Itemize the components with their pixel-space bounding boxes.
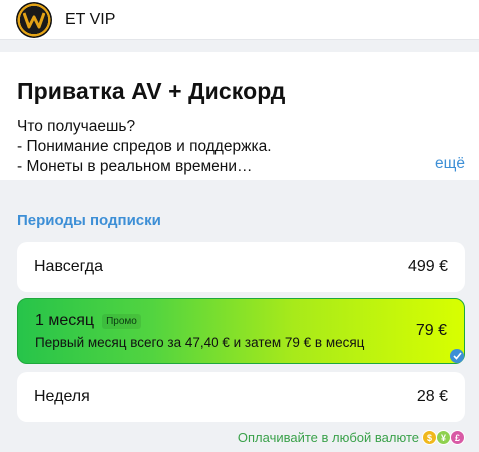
period-option-month[interactable]: 1 месяц Промо Первый месяц всего за 47,4… [17, 298, 465, 364]
period-name: Навсегда [34, 258, 104, 275]
period-name: Неделя [34, 388, 90, 405]
period-option-week[interactable]: Неделя 28 € [17, 372, 465, 422]
period-subtitle: Первый месяц всего за 47,40 € и затем 79… [35, 335, 365, 350]
period-price: 79 € [415, 322, 447, 339]
yen-coin-icon: ¥ [436, 430, 451, 445]
product-description: Что получаешь? - Понимание спредов и под… [17, 117, 463, 177]
product-title: Приватка AV + Дискорд [17, 78, 286, 104]
selected-check-icon [450, 349, 464, 363]
period-price: 28 € [416, 388, 448, 405]
currency-icons: $ ¥ £ [422, 430, 465, 445]
show-more-link[interactable]: ещё [435, 155, 465, 173]
top-bar: ET VIP [0, 0, 479, 40]
period-header: 1 месяц Промо [35, 312, 364, 330]
periods-section-title: Периоды подписки [17, 212, 161, 229]
pound-coin-icon: £ [450, 430, 465, 445]
promo-badge: Промо [102, 313, 141, 329]
period-option-forever[interactable]: Навсегда 499 € [17, 242, 465, 292]
payment-note-text: Оплачивайте в любой валюте [237, 430, 419, 445]
channel-title: ET VIP [65, 10, 116, 28]
period-price: 499 € [407, 258, 448, 275]
product-card: Приватка AV + Дискорд Что получаешь? - П… [0, 52, 479, 180]
period-name: 1 месяц [35, 312, 95, 329]
period-info: 1 месяц Промо Первый месяц всего за 47,4… [35, 312, 364, 350]
payment-note[interactable]: Оплачивайте в любой валюте $ ¥ £ [238, 430, 465, 445]
description-line: Что получаешь? [17, 118, 136, 135]
dollar-coin-icon: $ [422, 430, 437, 445]
description-line: - Понимание спредов и поддержка. [17, 138, 272, 155]
description-line: - Монеты в реальном времени… [17, 158, 253, 175]
brand-logo-icon [16, 1, 52, 38]
